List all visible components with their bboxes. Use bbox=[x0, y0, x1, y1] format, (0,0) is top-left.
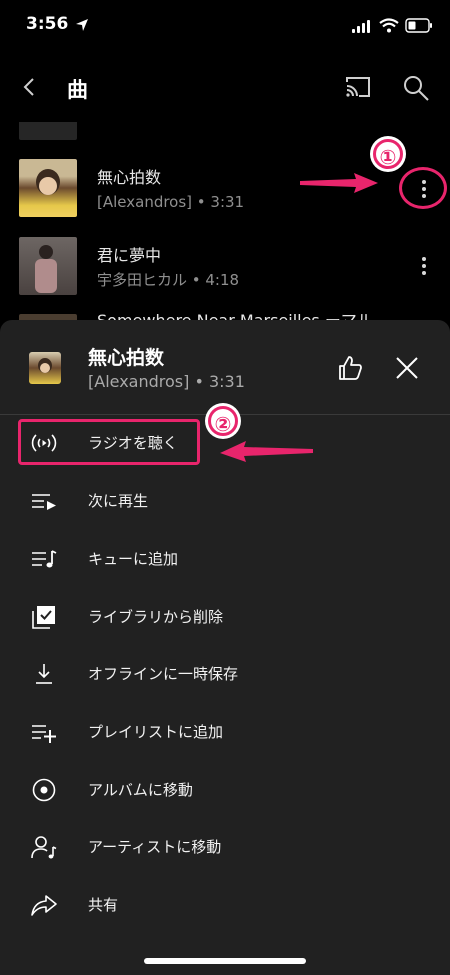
battery-icon bbox=[405, 18, 432, 33]
back-icon[interactable] bbox=[18, 76, 40, 98]
song-thumbnail bbox=[19, 159, 77, 217]
library-remove-icon bbox=[32, 606, 55, 629]
sheet-thumbnail bbox=[29, 352, 61, 384]
add-to-queue-icon bbox=[32, 550, 57, 568]
sheet-song-subtitle: [Alexandros] • 3:31 bbox=[88, 372, 245, 391]
menu-item-label: オフラインに一時保存 bbox=[88, 665, 239, 683]
menu-item-label: キューに追加 bbox=[88, 550, 179, 568]
menu-item-play-next[interactable]: 次に再生 bbox=[0, 476, 450, 526]
play-next-icon bbox=[32, 494, 56, 510]
song-title: Somewhere Near Marseilles ーマル bbox=[97, 307, 373, 320]
search-icon[interactable] bbox=[402, 74, 430, 102]
home-indicator bbox=[144, 958, 306, 964]
share-icon bbox=[31, 895, 57, 916]
menu-item-go-to-album[interactable]: アルバムに移動 bbox=[0, 765, 450, 815]
menu-item-label: 共有 bbox=[88, 896, 119, 914]
song-row[interactable]: Somewhere Near Marseilles ーマル bbox=[0, 304, 450, 320]
status-time: 3:56 bbox=[26, 14, 69, 34]
close-icon[interactable] bbox=[394, 355, 420, 381]
menu-item-add-to-playlist[interactable]: プレイリストに追加 bbox=[0, 707, 450, 757]
playlist-add-icon bbox=[32, 725, 56, 743]
song-thumbnail bbox=[19, 237, 77, 295]
cellular-signal-icon bbox=[352, 20, 374, 33]
page-title: 曲 bbox=[67, 78, 88, 102]
cast-icon[interactable] bbox=[344, 74, 372, 100]
sheet-song-title: 無心拍数 bbox=[88, 347, 165, 369]
menu-item-remove-from-library[interactable]: ライブラリから削除 bbox=[0, 592, 450, 642]
menu-item-add-to-queue[interactable]: キューに追加 bbox=[0, 534, 450, 584]
download-icon bbox=[36, 664, 52, 684]
menu-item-label: プレイリストに追加 bbox=[88, 723, 224, 741]
thumbs-up-icon[interactable] bbox=[336, 354, 364, 382]
song-subtitle: [Alexandros] • 3:31 bbox=[97, 193, 245, 211]
artist-icon bbox=[31, 836, 57, 859]
menu-item-label: アーティストに移動 bbox=[88, 838, 222, 856]
song-subtitle: 宇多田ヒカル • 4:18 bbox=[97, 271, 240, 289]
song-row[interactable]: 君に夢中 宇多田ヒカル • 4:18 bbox=[0, 228, 450, 304]
song-title: 無心拍数 bbox=[97, 168, 162, 187]
menu-item-label: 次に再生 bbox=[88, 492, 149, 510]
menu-item-label: ライブラリから削除 bbox=[88, 608, 224, 626]
album-icon bbox=[32, 778, 56, 802]
annotation-step2-badge: ② bbox=[208, 406, 238, 436]
wifi-icon bbox=[379, 18, 399, 33]
song-thumbnail-partial bbox=[19, 122, 77, 140]
menu-item-label: アルバムに移動 bbox=[88, 781, 193, 799]
annotation-arrow-left bbox=[220, 441, 313, 462]
annotation-highlight-circle bbox=[399, 167, 447, 209]
menu-item-save-offline[interactable]: オフラインに一時保存 bbox=[0, 649, 450, 699]
more-options-icon[interactable] bbox=[414, 254, 434, 278]
location-arrow-icon bbox=[76, 19, 88, 31]
menu-item-go-to-artist[interactable]: アーティストに移動 bbox=[0, 822, 450, 872]
menu-item-share[interactable]: 共有 bbox=[0, 880, 450, 930]
song-title: 君に夢中 bbox=[97, 246, 162, 265]
annotation-highlight-box bbox=[18, 419, 200, 465]
annotation-arrow-right bbox=[300, 173, 378, 193]
annotation-step1-badge: ① bbox=[373, 139, 403, 169]
